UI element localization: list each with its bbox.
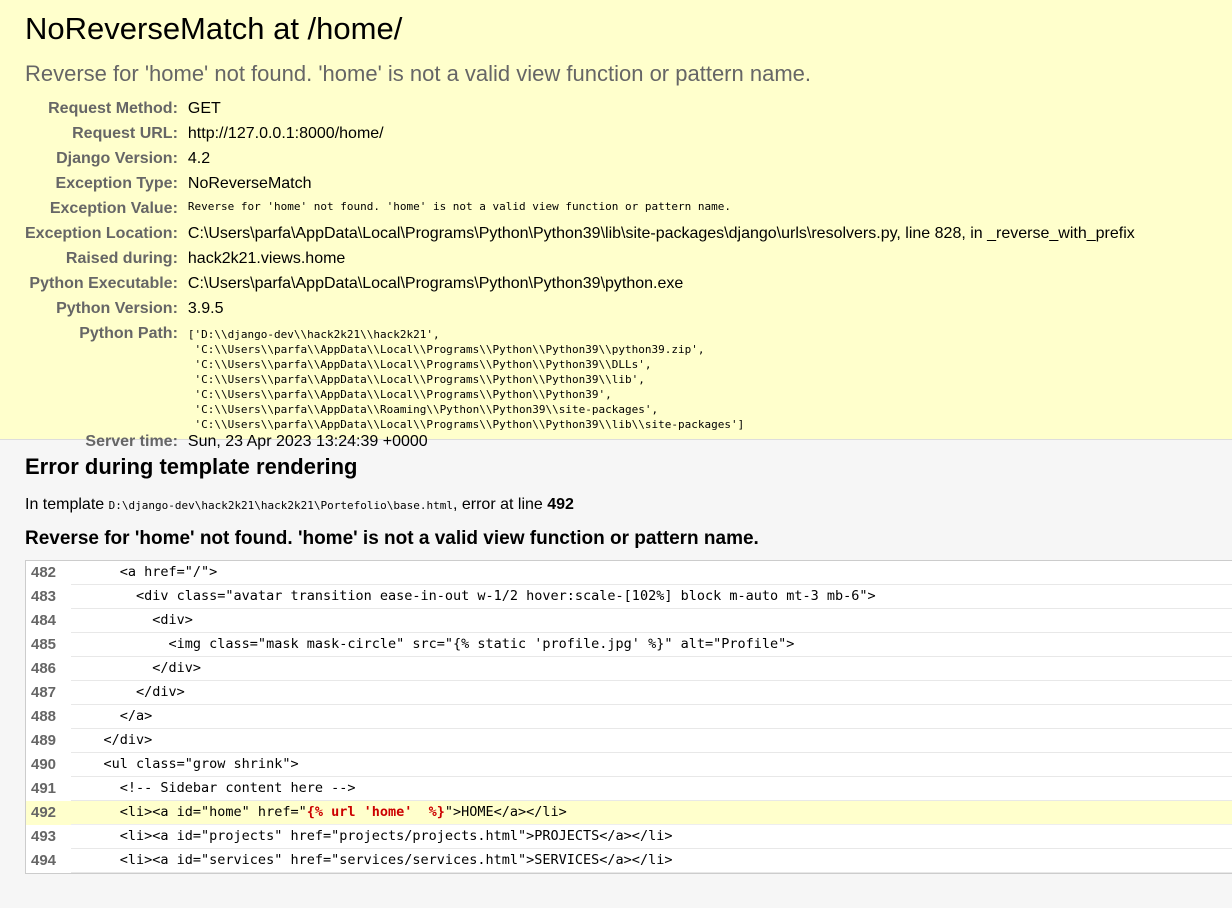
source-line: 494 <li><a id="services" href="services/… — [26, 849, 1232, 873]
meta-value: http://127.0.0.1:8000/home/ — [187, 125, 384, 142]
meta-label: Raised during: — [65, 250, 178, 267]
meta-row: Request Method: GET — [25, 99, 1135, 124]
line-code: </div> — [71, 681, 1232, 705]
meta-value: NoReverseMatch — [187, 175, 312, 192]
line-code: </div> — [71, 729, 1232, 753]
meta-label: Exception Type: — [55, 175, 178, 192]
template-error-section: Error during template rendering In templ… — [0, 440, 1232, 908]
meta-row: Raised during: hack2k21.views.home — [25, 249, 1135, 274]
source-line: 488 </a> — [26, 705, 1232, 729]
meta-row: Request URL: http://127.0.0.1:8000/home/ — [25, 124, 1135, 149]
template-error-heading: Error during template rendering — [25, 454, 358, 479]
meta-row: Django Version: 4.2 — [25, 149, 1135, 174]
code-fragment: ">HOME</a></li> — [444, 804, 567, 820]
source-line: 485 <img class="mask mask-circle" src="{… — [26, 633, 1232, 657]
python-path-value: ['D:\\django-dev\\hack2k21\\hack2k21', '… — [187, 328, 745, 431]
error-highlight: {% url 'home' %} — [306, 804, 445, 820]
line-code: <div> — [71, 609, 1232, 633]
page-title: NoReverseMatch at /home/ — [25, 11, 403, 46]
meta-label: Python Path: — [79, 325, 178, 342]
line-code: <li><a id="services" href="services/serv… — [71, 849, 1232, 873]
line-code: </div> — [71, 657, 1232, 681]
meta-label: Exception Location: — [25, 225, 178, 242]
template-location: In template D:\django-dev\hack2k21\hack2… — [25, 496, 574, 513]
error-line-number: 492 — [547, 496, 574, 513]
line-code: <img class="mask mask-circle" src="{% st… — [71, 633, 1232, 657]
meta-value: GET — [187, 100, 221, 117]
line-number: 486 — [31, 660, 57, 677]
meta-row: Exception Value: Reverse for 'home' not f… — [25, 199, 1135, 224]
meta-label: Python Executable: — [29, 275, 178, 292]
meta-row: Python Version: 3.9.5 — [25, 299, 1135, 324]
meta-label: Django Version: — [56, 150, 178, 167]
meta-row: Python Path: ['D:\\django-dev\\hack2k21\\… — [25, 324, 1135, 432]
line-number: 482 — [31, 564, 57, 581]
template-file: D:\django-dev\hack2k21\hack2k21\Portefol… — [108, 499, 453, 512]
line-number: 485 — [31, 636, 57, 653]
source-line: 493 <li><a id="projects" href="projects/… — [26, 825, 1232, 849]
meta-value: 3.9.5 — [187, 300, 224, 317]
line-code: <ul class="grow shrink"> — [71, 753, 1232, 777]
code-fragment: <li><a id="home" href=" — [71, 804, 307, 820]
error-summary: NoReverseMatch at /home/ Reverse for 'ho… — [0, 0, 1232, 450]
meta-label: Request URL: — [72, 125, 178, 142]
line-number: 489 — [31, 732, 57, 749]
source-line: 484 <div> — [26, 609, 1232, 633]
meta-row: Exception Location: C:\Users\parfa\AppDat… — [25, 224, 1135, 249]
line-code: <!-- Sidebar content here --> — [71, 777, 1232, 801]
meta-label: Exception Value: — [49, 200, 178, 217]
request-meta-table: Request Method: GET Request URL: http://127… — [25, 99, 1135, 457]
line-number: 484 — [31, 612, 57, 629]
source-line-error: 492 <li><a id="home" href="{% url 'home'… — [26, 801, 1232, 825]
line-number: 491 — [31, 780, 57, 797]
line-code: <div class="avatar transition ease-in-ou… — [71, 585, 1232, 609]
line-code: <li><a id="projects" href="projects/proj… — [71, 825, 1232, 849]
line-code: </a> — [71, 705, 1232, 729]
line-number: 493 — [31, 828, 57, 845]
line-number: 494 — [31, 852, 57, 869]
line-number: 488 — [31, 708, 57, 725]
source-code-listing: 482 <a href="/"> 483 <div class="avatar t… — [25, 560, 1232, 874]
meta-label: Request Method: — [48, 100, 178, 117]
source-line: 487 </div> — [26, 681, 1232, 705]
line-number: 487 — [31, 684, 57, 701]
source-line: 490 <ul class="grow shrink"> — [26, 753, 1232, 777]
meta-value: 4.2 — [187, 150, 211, 167]
line-code: <li><a id="home" href="{% url 'home' %}"… — [71, 801, 1232, 825]
source-line: 491 <!-- Sidebar content here --> — [26, 777, 1232, 801]
exception-message: Reverse for 'home' not found. 'home' is … — [25, 61, 811, 86]
template-error-message: Reverse for 'home' not found. 'home' is … — [25, 528, 759, 549]
meta-row: Python Executable: C:\Users\parfa\AppData… — [25, 274, 1135, 299]
line-number: 490 — [31, 756, 57, 773]
meta-value: C:\Users\parfa\AppData\Local\Programs\Py… — [187, 275, 684, 292]
line-number: 492 — [31, 804, 57, 821]
line-code: <a href="/"> — [71, 561, 1232, 585]
line-number: 483 — [31, 588, 57, 605]
meta-row: Exception Type: NoReverseMatch — [25, 174, 1135, 199]
meta-value: Reverse for 'home' not found. 'home' is … — [187, 200, 731, 213]
meta-value: hack2k21.views.home — [187, 250, 346, 267]
meta-label: Python Version: — [56, 300, 178, 317]
source-line: 482 <a href="/"> — [26, 561, 1232, 585]
meta-value: C:\Users\parfa\AppData\Local\Programs\Py… — [187, 225, 1135, 242]
source-line: 483 <div class="avatar transition ease-i… — [26, 585, 1232, 609]
source-line: 489 </div> — [26, 729, 1232, 753]
source-line: 486 </div> — [26, 657, 1232, 681]
